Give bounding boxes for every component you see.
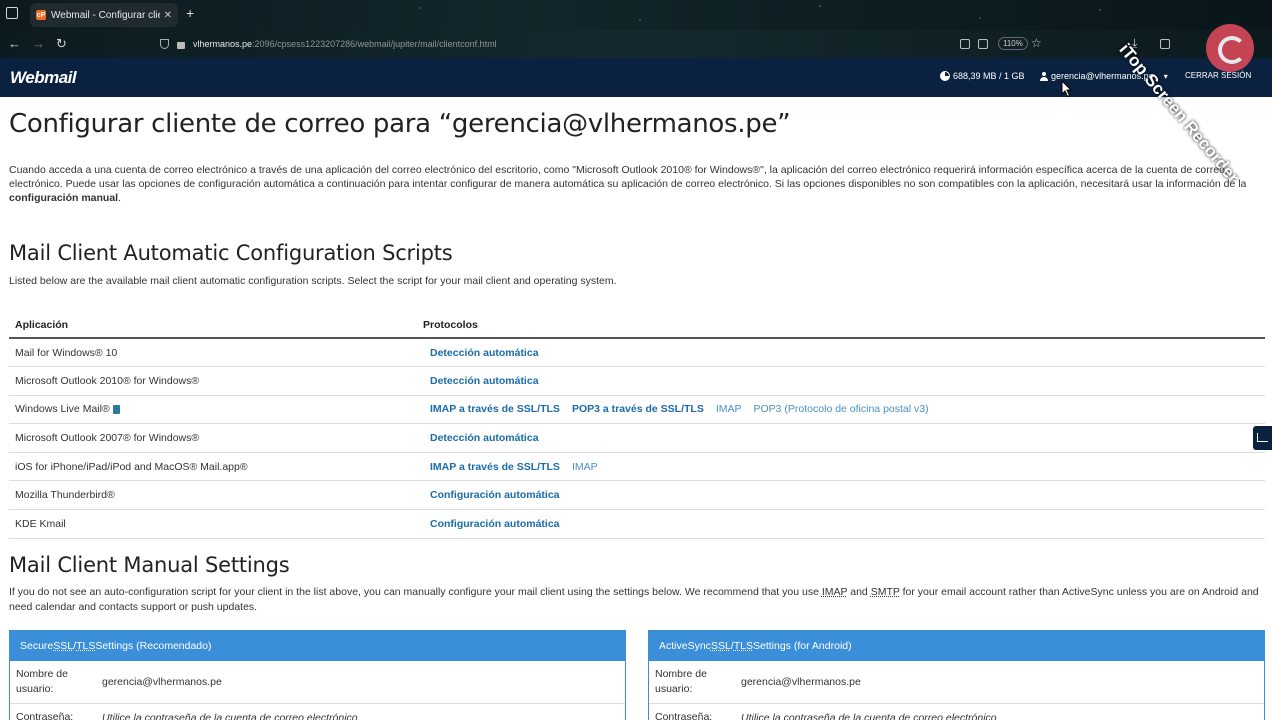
smtp-abbr: SMTP [870, 585, 900, 598]
password-row: Contraseña: Utilice la contraseña de la … [10, 704, 625, 720]
protocol-link[interactable]: Detección automática [430, 432, 539, 444]
url-text: vlhermanos.pe:2096/cpsess1223207286/webm… [193, 39, 497, 49]
protocol-link[interactable]: IMAP a través de SSL/TLS [430, 403, 560, 415]
protocol-link[interactable]: POP3 (Protocolo de oficina postal v3) [754, 403, 929, 415]
col-header-app: Aplicación [9, 313, 417, 339]
protocol-link[interactable]: Configuración automática [430, 489, 560, 501]
stats-chart-icon[interactable] [1253, 426, 1272, 450]
new-tab-icon[interactable]: + [186, 6, 194, 20]
user-icon [1040, 71, 1048, 81]
intro-text: Cuando acceda a una cuenta de correo ele… [9, 164, 1247, 204]
manual-settings-description: If you do not see an auto-configuration … [9, 585, 1259, 613]
manual-settings-panels: Secure SSL / TLS Settings (Recomendado) No… [9, 630, 1265, 720]
protocol-links: IMAP a través de SSL/TLS IMAP [417, 452, 1265, 482]
protocol-link[interactable]: IMAP [716, 403, 742, 415]
table-row: Mail for Windows® 10 Detección automática [9, 338, 1265, 368]
table-row: KDE Kmail Configuración automática [9, 509, 1265, 539]
auto-config-table: Aplicación Protocolos Mail for Windows® … [9, 313, 1265, 539]
activesync-settings-panel: ActiveSync SSL / TLS Settings (for Android… [648, 630, 1265, 720]
protocol-link[interactable]: IMAP a través de SSL/TLS [430, 461, 560, 473]
browser-tab[interactable]: cP Webmail - Configurar cliente d ✕ [30, 3, 178, 27]
windows-live-icon [112, 405, 120, 415]
app-name: Mozilla Thunderbird® [9, 480, 417, 511]
protocol-links: Configuración automática [417, 480, 1265, 511]
username-row: Nombre de usuario: gerencia@vlhermanos.p… [10, 661, 625, 704]
protocol-links: Detección automática [417, 338, 1265, 368]
password-value: Utilice la contraseña de la cuenta de co… [741, 711, 1000, 720]
extension-icon[interactable] [1160, 39, 1170, 49]
protocol-link[interactable]: POP3 a través de SSL/TLS [572, 403, 704, 415]
protocol-links: Detección automática [417, 366, 1265, 396]
reload-icon[interactable]: ↻ [56, 36, 67, 52]
address-bar[interactable]: vlhermanos.pe:2096/cpsess1223207286/webm… [150, 34, 1050, 54]
pie-chart-icon [940, 71, 950, 81]
disk-quota[interactable]: 688,39 MB / 1 GB [940, 71, 1025, 81]
table-row: iOS for iPhone/iPad/iPod and MacOS® Mail… [9, 452, 1265, 482]
main-content: Configurar cliente de correo para “geren… [9, 97, 1265, 615]
webmail-header: Webmail 688,39 MB / 1 GB gerencia@vlherm… [0, 58, 1272, 97]
secure-settings-panel: Secure SSL / TLS Settings (Recomendado) No… [9, 630, 626, 720]
sidebar-toggle-icon[interactable] [6, 7, 18, 19]
browser-tab-bar: cP Webmail - Configurar cliente d ✕ + [0, 0, 1272, 30]
app-name: Microsoft Outlook 2007® for Windows® [9, 423, 417, 453]
username-label: Nombre de usuario: [16, 668, 68, 695]
imap-abbr: IMAP [821, 585, 848, 598]
protocol-link[interactable]: Configuración automática [430, 518, 560, 530]
app-name: KDE Kmail [9, 509, 417, 539]
panel-header: ActiveSync SSL / TLS Settings (for Android… [649, 631, 1264, 661]
table-row: Mozilla Thunderbird® Configuración automá… [9, 480, 1265, 511]
screenshot-icon[interactable] [978, 39, 988, 49]
password-label: Contraseña: [16, 711, 74, 720]
app-name: Mail for Windows® 10 [9, 338, 417, 368]
reader-view-icon[interactable] [960, 39, 970, 49]
protocol-link[interactable]: Detección automática [430, 347, 539, 359]
lock-icon[interactable] [177, 42, 185, 49]
manual-config-link[interactable]: configuración manual [9, 192, 118, 204]
username-value: gerencia@vlhermanos.pe [102, 676, 222, 688]
panel-header: Secure SSL / TLS Settings (Recomendado) [10, 631, 625, 661]
table-row: Windows Live Mail® IMAP a través de SSL/T… [9, 395, 1265, 425]
recorder-logo-icon [1206, 24, 1254, 72]
username-value: gerencia@vlhermanos.pe [741, 676, 861, 688]
app-name: Windows Live Mail® [9, 395, 417, 425]
tab-title: Webmail - Configurar cliente d [51, 9, 160, 21]
col-header-protocols: Protocolos [417, 313, 1265, 339]
auto-config-description: Listed below are the available mail clie… [9, 275, 617, 287]
caret-down-icon: ▾ [1163, 71, 1168, 81]
quota-text: 688,39 MB / 1 GB [953, 71, 1025, 81]
protocol-link[interactable]: IMAP [572, 461, 598, 473]
app-name: Microsoft Outlook 2010® for Windows® [9, 366, 417, 396]
bookmark-star-icon[interactable]: ☆ [1031, 36, 1042, 50]
protocol-links: Configuración automática [417, 509, 1265, 539]
auto-config-heading: Mail Client Automatic Configuration Scri… [9, 241, 453, 265]
table-row: Microsoft Outlook 2007® for Windows® Dete… [9, 423, 1265, 453]
back-icon[interactable]: ← [8, 36, 21, 51]
password-value: Utilice la contraseña de la cuenta de co… [102, 711, 361, 720]
app-name: iOS for iPhone/iPad/iPod and MacOS® Mail… [9, 452, 417, 482]
logout-button[interactable]: CERRAR SESIÓN [1185, 71, 1251, 80]
webmail-logo[interactable]: Webmail [10, 68, 77, 88]
protocol-link[interactable]: Detección automática [430, 375, 539, 387]
password-label: Contraseña: [655, 711, 713, 720]
zoom-badge[interactable]: 110% [998, 37, 1028, 50]
password-row: Contraseña: Utilice la contraseña de la … [649, 704, 1264, 720]
protocol-links: IMAP a través de SSL/TLS POP3 a través de… [417, 395, 1265, 425]
close-tab-icon[interactable]: ✕ [164, 10, 172, 21]
table-row: Microsoft Outlook 2010® for Windows® Dete… [9, 366, 1265, 396]
manual-settings-heading: Mail Client Manual Settings [9, 552, 290, 577]
shield-icon[interactable] [160, 39, 169, 49]
cpanel-favicon-icon: cP [36, 10, 46, 20]
page-title: Configurar cliente de correo para “geren… [9, 109, 791, 139]
username-row: Nombre de usuario: gerencia@vlhermanos.p… [649, 661, 1264, 704]
protocol-links: Detección automática [417, 423, 1265, 453]
browser-nav-bar: ← → ↻ vlhermanos.pe:2096/cpsess122320728… [0, 30, 1272, 58]
forward-icon[interactable]: → [32, 36, 45, 51]
username-label: Nombre de usuario: [655, 668, 707, 695]
